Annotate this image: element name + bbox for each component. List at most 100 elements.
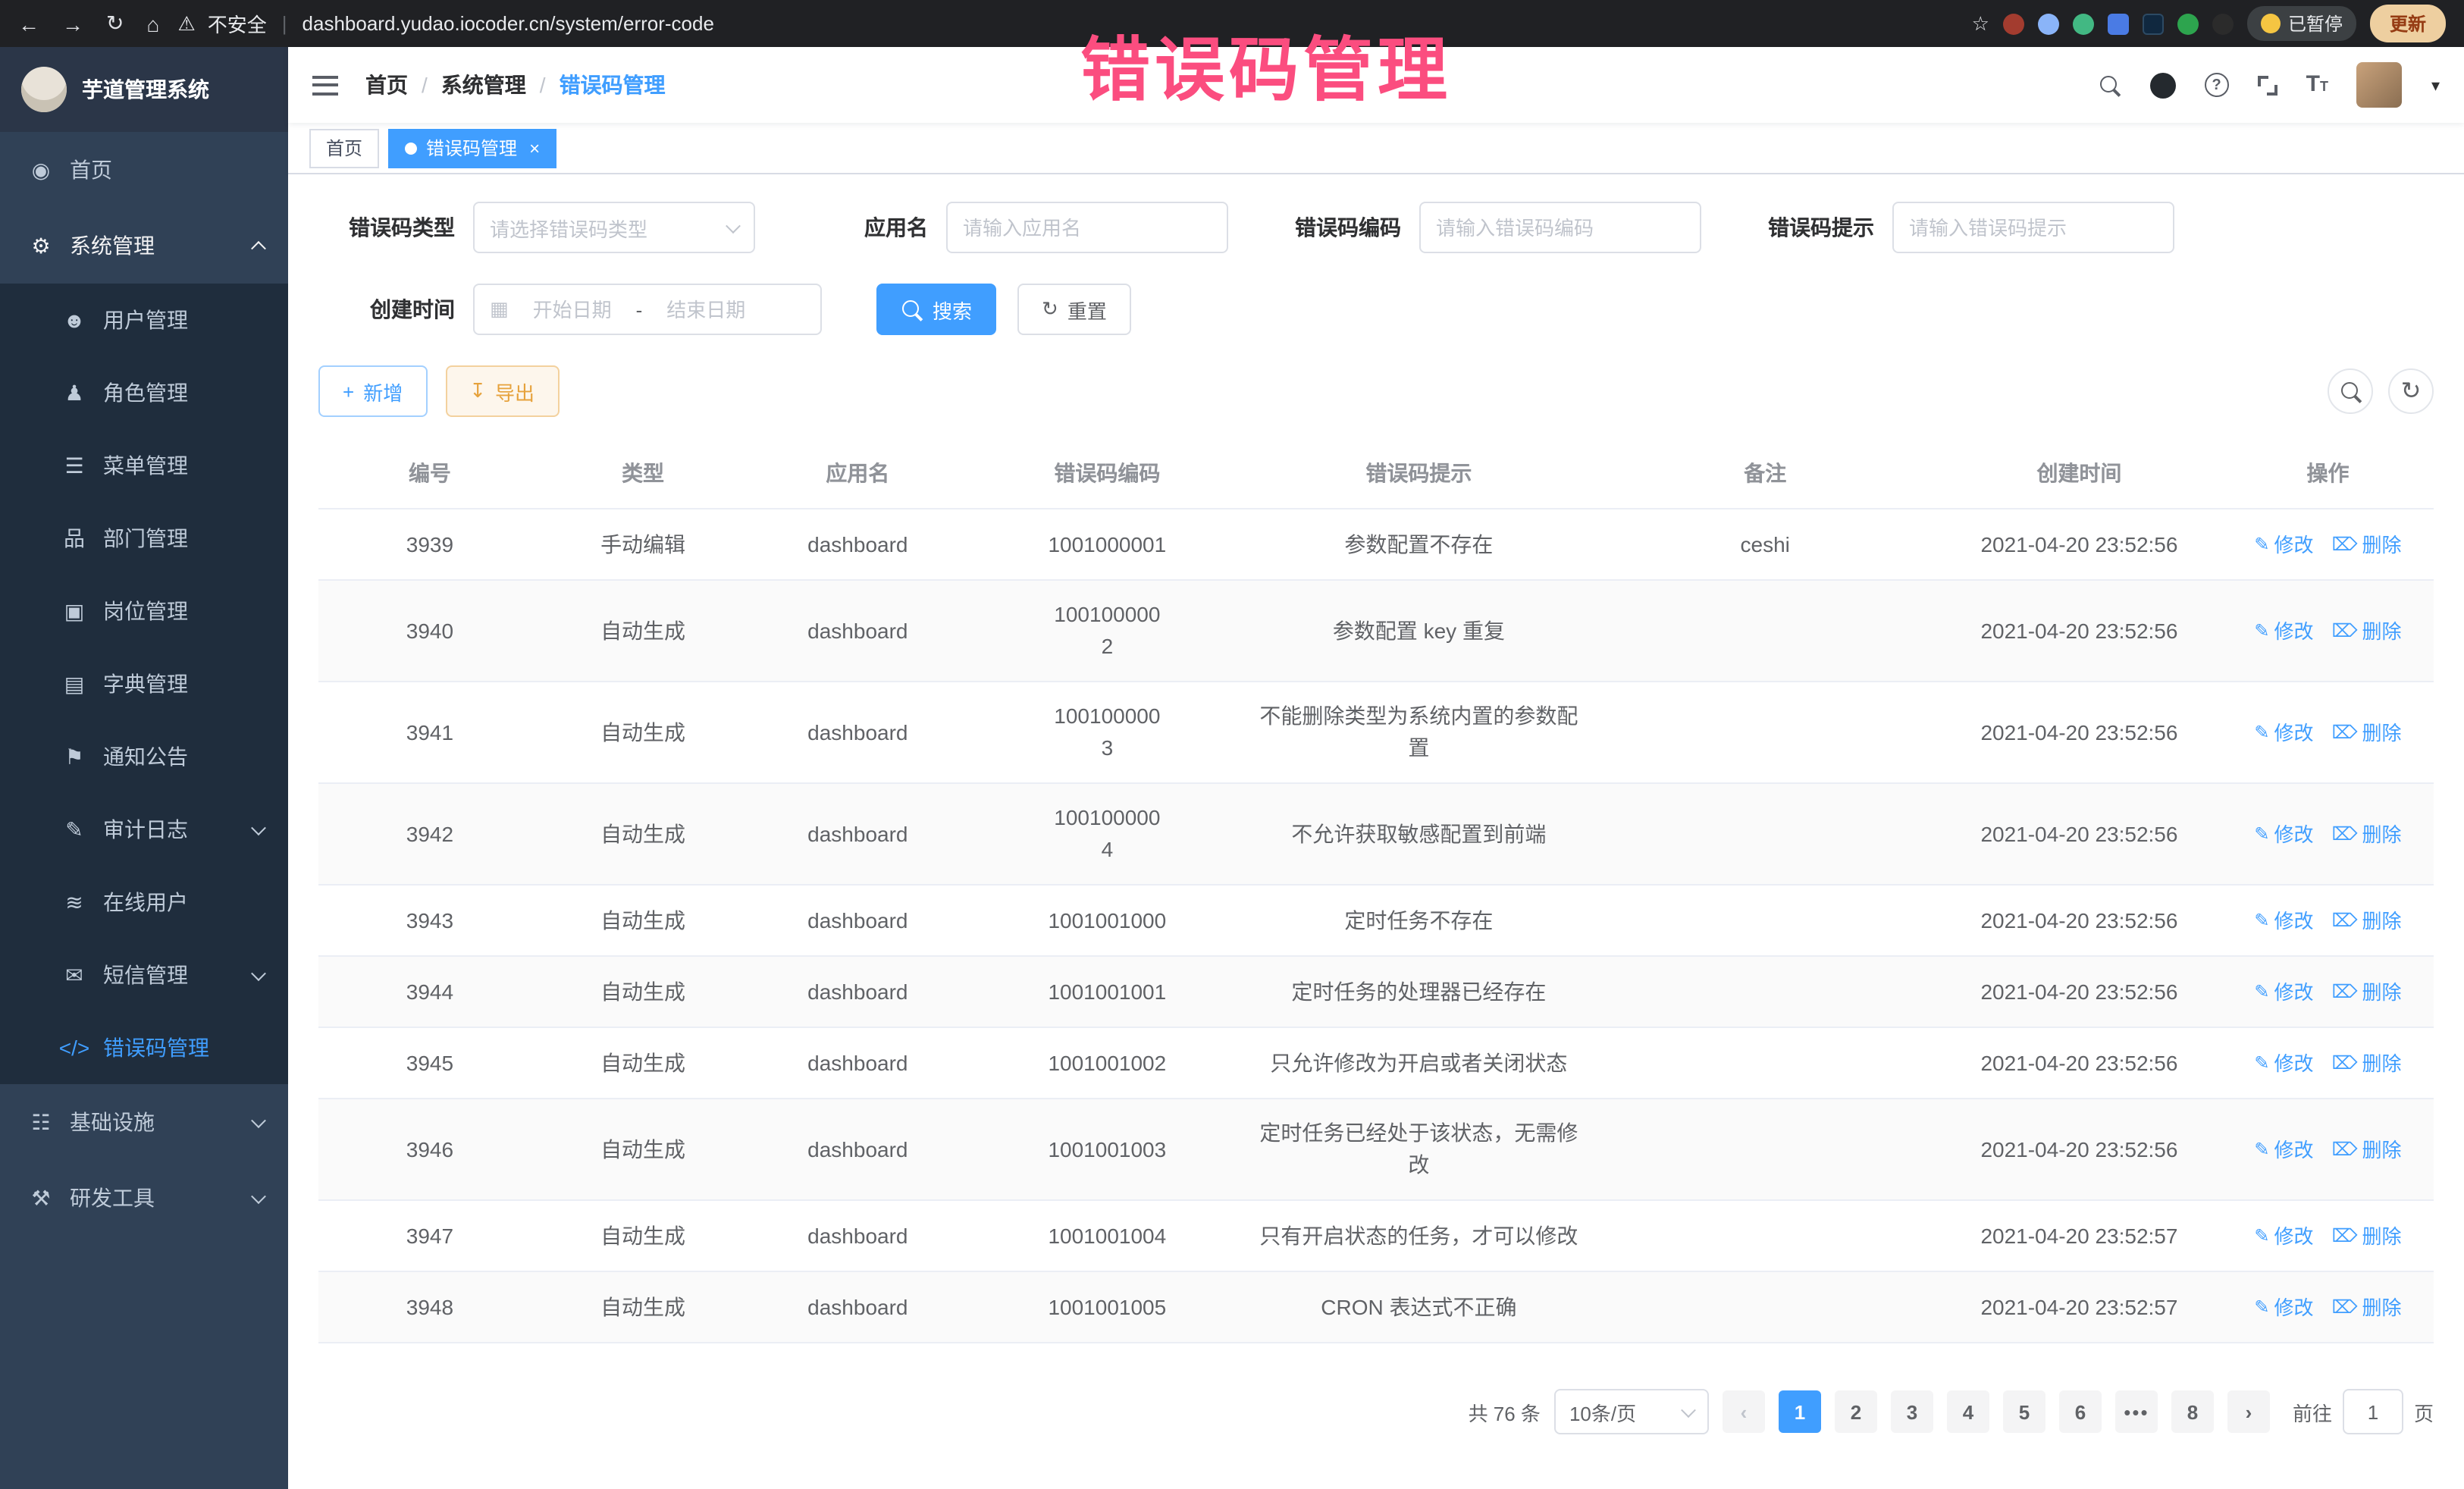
reload-icon[interactable]: ↻	[106, 11, 124, 36]
close-icon[interactable]: ×	[529, 137, 540, 158]
error-type-select[interactable]: 请选择错误码类型	[473, 202, 755, 253]
tab-error-code[interactable]: 错误码管理 ×	[388, 128, 556, 168]
home-icon[interactable]: ⌂	[146, 11, 159, 36]
extension-pin-icon[interactable]	[2212, 13, 2234, 34]
edit-link[interactable]: ✎修改	[2254, 717, 2313, 749]
sidebar-item-online-users[interactable]: ≋ 在线用户	[0, 866, 288, 939]
sidebar-item-departments[interactable]: 品 部门管理	[0, 502, 288, 575]
edit-link[interactable]: ✎修改	[2254, 1134, 2313, 1166]
extension-icon-6[interactable]	[2177, 13, 2199, 34]
sidebar-item-menus[interactable]: ☰ 菜单管理	[0, 429, 288, 502]
user-avatar[interactable]	[2357, 62, 2403, 108]
delete-link[interactable]: ⌦删除	[2332, 819, 2402, 851]
page-button-1[interactable]: 1	[1779, 1390, 1821, 1433]
sidebar-item-infrastructure[interactable]: ☷ 基础设施	[0, 1084, 288, 1160]
caret-down-icon[interactable]: ▾	[2431, 75, 2440, 95]
delete-link[interactable]: ⌦删除	[2332, 1292, 2402, 1324]
delete-link[interactable]: ⌦删除	[2332, 529, 2402, 561]
extension-icon-4[interactable]	[2108, 13, 2129, 34]
edit-icon: ✎	[2254, 529, 2269, 561]
back-icon[interactable]: ←	[18, 11, 39, 36]
edit-link[interactable]: ✎修改	[2254, 1292, 2313, 1324]
page-button-3[interactable]: 3	[1891, 1390, 1933, 1433]
edit-link[interactable]: ✎修改	[2254, 1221, 2313, 1252]
sidebar-item-roles[interactable]: ♟ 角色管理	[0, 356, 288, 429]
page-button-5[interactable]: 5	[2003, 1390, 2045, 1433]
extension-icon-5[interactable]	[2143, 13, 2164, 34]
delete-link[interactable]: ⌦删除	[2332, 1134, 2402, 1166]
app-name-input[interactable]	[963, 216, 1212, 239]
delete-label: 删除	[2362, 1221, 2402, 1252]
edit-link[interactable]: ✎修改	[2254, 976, 2313, 1008]
more-pages-button[interactable]: •••	[2115, 1390, 2158, 1433]
cell-type: 自动生成	[541, 682, 745, 783]
annotation-overlay-title: 错误码管理	[1080, 15, 1452, 115]
toolbar-search-button[interactable]	[2328, 368, 2373, 414]
start-date-input[interactable]	[518, 298, 627, 321]
add-button[interactable]: + 新增	[318, 365, 427, 417]
prev-page-button[interactable]: ‹	[1723, 1390, 1765, 1433]
sidebar-item-posts[interactable]: ▣ 岗位管理	[0, 575, 288, 647]
sidebar-item-announcements[interactable]: ⚑ 通知公告	[0, 720, 288, 793]
sidebar-item-sms[interactable]: ✉ 短信管理	[0, 939, 288, 1011]
extension-icon-3[interactable]	[2073, 13, 2094, 34]
page-button-8[interactable]: 8	[2171, 1390, 2214, 1433]
edit-link[interactable]: ✎修改	[2254, 616, 2313, 647]
hamburger-icon[interactable]	[312, 75, 338, 95]
cell-id: 3939	[318, 509, 541, 580]
search-icon[interactable]	[2099, 74, 2121, 96]
page-button-4[interactable]: 4	[1947, 1390, 1989, 1433]
sidebar-item-home[interactable]: ◉ 首页	[0, 132, 288, 208]
delete-link[interactable]: ⌦删除	[2332, 905, 2402, 937]
delete-link[interactable]: ⌦删除	[2332, 976, 2402, 1008]
sidebar-item-audit-log[interactable]: ✎ 审计日志	[0, 793, 288, 866]
font-size-icon[interactable]	[2306, 71, 2328, 99]
sidebar-item-users[interactable]: ☻ 用户管理	[0, 284, 288, 356]
sidebar-item-error-code[interactable]: </> 错误码管理	[0, 1011, 288, 1084]
reset-button[interactable]: ↻ 重置	[1017, 284, 1131, 335]
page-size-select[interactable]: 10条/页	[1554, 1389, 1709, 1434]
search-button[interactable]: 搜索	[876, 284, 996, 335]
edit-link[interactable]: ✎修改	[2254, 905, 2313, 937]
goto-page-input[interactable]	[2343, 1389, 2403, 1434]
forward-icon[interactable]: →	[62, 11, 83, 36]
address-bar[interactable]: ⚠ 不安全 | dashboard.yudao.iocoder.cn/syste…	[177, 9, 1953, 38]
delete-link[interactable]: ⌦删除	[2332, 717, 2402, 749]
bookmark-star-icon[interactable]: ☆	[1972, 11, 1989, 36]
edit-link[interactable]: ✎修改	[2254, 529, 2313, 561]
profile-paused-chip[interactable]: 已暂停	[2247, 6, 2356, 41]
extension-icon-2[interactable]	[2038, 13, 2059, 34]
plus-icon: +	[343, 380, 354, 403]
cell-remark	[1594, 580, 1936, 682]
breadcrumb-item[interactable]: 系统管理	[441, 70, 526, 100]
error-code-input[interactable]	[1436, 216, 1685, 239]
briefcase-icon: ▣	[58, 598, 91, 624]
extension-icon-1[interactable]	[2003, 13, 2024, 34]
end-date-input[interactable]	[651, 298, 760, 321]
page-button-6[interactable]: 6	[2059, 1390, 2102, 1433]
chrome-update-button[interactable]: 更新	[2370, 5, 2446, 42]
help-icon[interactable]: ?	[2205, 73, 2229, 97]
sidebar-item-dev-tools[interactable]: ⚒ 研发工具	[0, 1160, 288, 1236]
edit-link[interactable]: ✎修改	[2254, 1048, 2313, 1080]
sidebar-item-system[interactable]: ⚙ 系统管理	[0, 208, 288, 284]
delete-link[interactable]: ⌦删除	[2332, 616, 2402, 647]
edit-link[interactable]: ✎修改	[2254, 819, 2313, 851]
breadcrumb-item[interactable]: 首页	[365, 70, 408, 100]
delete-link[interactable]: ⌦删除	[2332, 1221, 2402, 1252]
edit-icon: ✎	[2254, 819, 2269, 851]
error-message-input[interactable]	[1909, 216, 2158, 239]
sidebar-item-dictionary[interactable]: ▤ 字典管理	[0, 647, 288, 720]
github-icon[interactable]	[2150, 72, 2176, 98]
page-button-2[interactable]: 2	[1835, 1390, 1877, 1433]
edit-label: 修改	[2274, 976, 2314, 1008]
fullscreen-icon[interactable]	[2258, 75, 2277, 95]
delete-link[interactable]: ⌦删除	[2332, 1048, 2402, 1080]
next-page-button[interactable]: ›	[2227, 1390, 2270, 1433]
export-button[interactable]: ↧ 导出	[445, 365, 559, 417]
toolbar-refresh-button[interactable]: ↻	[2388, 368, 2434, 414]
filter-row-2: 创建时间 ▦ - 搜索 ↻ 重置	[318, 284, 2434, 335]
logo[interactable]: 芋道管理系统	[0, 47, 288, 132]
tab-home[interactable]: 首页	[309, 128, 379, 168]
date-range-picker[interactable]: ▦ -	[473, 284, 822, 335]
